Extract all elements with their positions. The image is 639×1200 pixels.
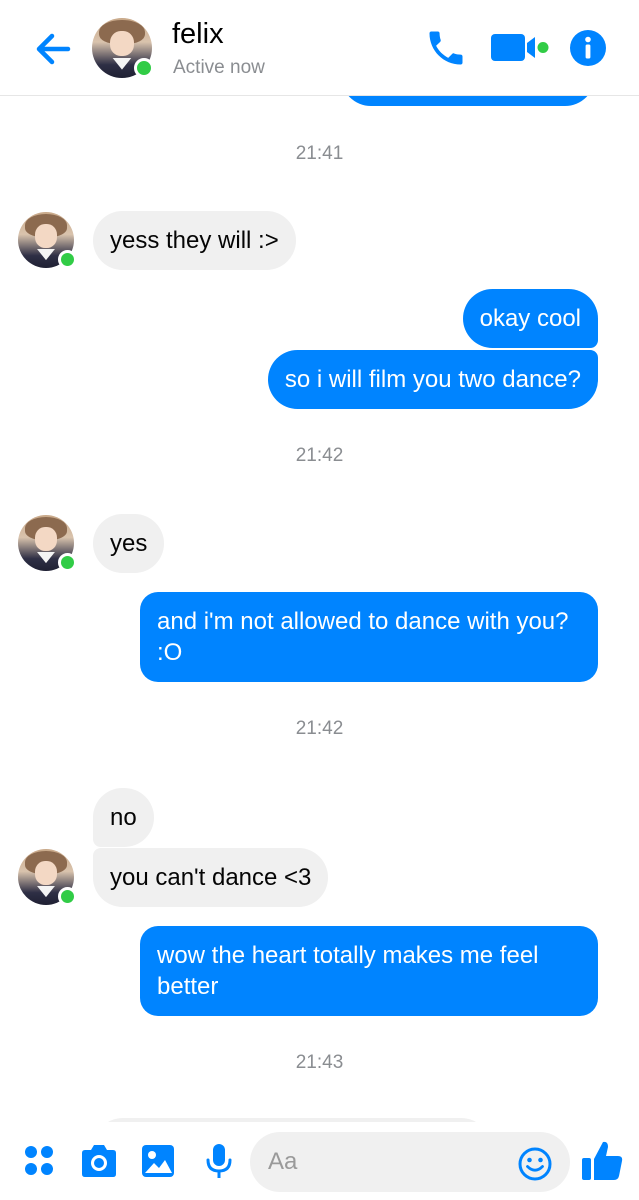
video-camera-icon [491,34,549,61]
camera-button[interactable] [78,1140,120,1182]
active-status-dot [58,250,77,269]
active-status-dot [58,887,77,906]
gallery-button[interactable] [138,1140,180,1182]
message-bubble-sent[interactable]: so i will film you two dance? [267,350,598,409]
info-icon [570,30,606,66]
sender-avatar[interactable] [18,212,77,269]
message-bubble-received[interactable]: you can't dance <3 [93,848,329,907]
message-bubble-sent[interactable]: and i'm not allowed to dance with you? :… [140,592,598,682]
message-bubble-received[interactable]: yes [93,514,165,573]
voice-call-button[interactable] [424,26,468,70]
message-timestamp: 21:41 [295,143,344,164]
voice-message-button[interactable] [198,1140,240,1182]
message-bubble-received[interactable]: yess they will :> [93,211,296,270]
phone-icon [429,31,463,65]
arrow-left-icon [36,33,71,65]
message-thread[interactable]: 21:41 yess they will :> okay cool so i w… [0,96,639,1122]
more-actions-button[interactable] [20,1140,62,1182]
active-status-text: Active now [173,57,265,78]
active-status-dot [134,58,154,78]
message-bubble-sent-cutoff[interactable] [341,96,595,106]
emoji-icon [518,1147,552,1181]
conversation-header: felix Active now [0,0,639,96]
message-bubble-sent[interactable]: wow the heart totally makes me feel bett… [140,926,598,1016]
emoji-button[interactable] [517,1146,553,1182]
microphone-icon [206,1144,232,1178]
message-timestamp: 21:42 [295,718,344,739]
message-bubble-received[interactable]: no [93,788,154,847]
video-call-button[interactable] [488,26,554,70]
image-icon [142,1145,174,1177]
thumbs-up-icon [582,1141,623,1180]
back-button[interactable] [30,26,76,72]
like-button[interactable] [580,1138,624,1184]
message-timestamp: 21:43 [295,1052,344,1073]
contact-name[interactable]: felix [172,18,224,51]
contact-avatar[interactable] [92,18,154,78]
active-status-dot [58,553,77,572]
message-composer [0,1122,639,1200]
sender-avatar[interactable] [18,849,77,906]
camera-icon [82,1145,116,1177]
conversation-info-button[interactable] [566,26,610,70]
grid-menu-icon [25,1146,53,1175]
sender-avatar[interactable] [18,515,77,572]
message-bubble-sent[interactable]: okay cool [462,289,598,348]
message-timestamp: 21:42 [295,445,344,466]
